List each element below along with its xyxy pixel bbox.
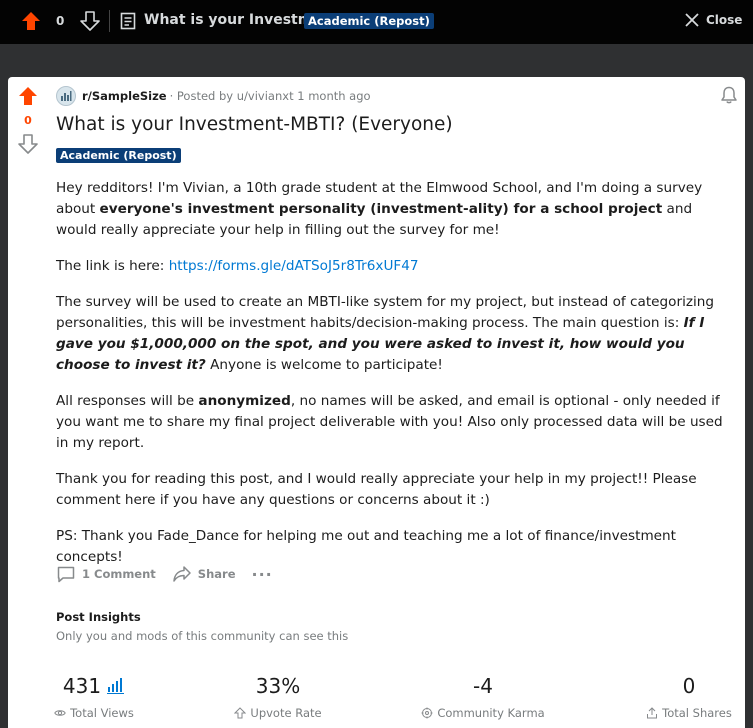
stat-label: Upvote Rate [250, 706, 322, 720]
comments-label: 1 Comment [82, 567, 156, 581]
body-paragraph: Thank you for reading this post, and I w… [56, 471, 697, 508]
insights-subtitle: Only you and mods of this community can … [56, 629, 349, 643]
close-label: Close [706, 13, 743, 27]
upvote-arrow-icon[interactable] [20, 10, 42, 32]
topbar-post-title[interactable]: What is your Investm... [144, 12, 328, 28]
post-top-bar: 0 What is your Investm... Academic (Repo… [0, 0, 753, 44]
posted-by[interactable]: · Posted by u/vivianxt 1 month ago [170, 89, 371, 103]
post-card: 0 r/SampleSize · Posted by u/vivianxt 1 … [8, 77, 745, 728]
stat-total-views: 431 Total Views [54, 672, 134, 720]
body-paragraph: All responses will be anonymized, no nam… [56, 393, 723, 451]
body-paragraph: PS: Thank you Fade_Dance for helping me … [56, 528, 676, 565]
insights-stats: 431 Total Views 33% Upvote Rate -4 Commu… [8, 672, 745, 728]
arrow-up-outline-icon [234, 707, 247, 719]
vote-column: 0 [16, 85, 40, 155]
bell-icon[interactable] [719, 85, 739, 105]
body-paragraph: The link is here: https://forms.gle/dATS… [56, 258, 419, 274]
stat-label: Total Shares [662, 706, 732, 720]
share-outline-icon [647, 707, 658, 719]
post-actions: 1 Comment Share ··· [56, 564, 289, 584]
stat-value: 33% [255, 674, 301, 698]
post-meta: r/SampleSize · Posted by u/vivianxt 1 mo… [56, 86, 371, 106]
stat-community-karma: -4 Community Karma [421, 672, 545, 720]
stat-label: Total Views [70, 706, 134, 720]
share-icon [173, 566, 191, 582]
body-paragraph: The survey will be used to create an MBT… [56, 294, 715, 373]
comment-icon [57, 566, 75, 583]
divider [109, 10, 110, 32]
bar-chart-icon[interactable] [107, 678, 125, 694]
karma-icon [421, 707, 433, 719]
close-icon [685, 13, 699, 27]
survey-link[interactable]: https://forms.gle/dATSoJ5r8Tr6xUF47 [169, 258, 419, 274]
share-label: Share [197, 567, 236, 581]
more-icon: ··· [251, 564, 273, 584]
post-body: Hey redditors! I'm Vivian, a 10th grade … [56, 178, 724, 583]
stat-value: 0 [682, 674, 696, 698]
eye-icon [54, 710, 66, 716]
stat-value: -4 [473, 674, 493, 698]
subreddit-link[interactable]: r/SampleSize [82, 89, 167, 103]
upvote-arrow-icon[interactable] [17, 85, 39, 107]
subreddit-icon[interactable] [56, 86, 76, 106]
insights-title: Post Insights [56, 610, 141, 624]
stat-upvote-rate: 33% Upvote Rate [234, 672, 322, 720]
topbar-flair-badge[interactable]: Academic (Repost) [304, 13, 434, 29]
body-paragraph: Hey redditors! I'm Vivian, a 10th grade … [56, 180, 703, 238]
share-button[interactable]: Share [172, 564, 236, 584]
stat-value: 431 [62, 674, 102, 698]
comments-button[interactable]: 1 Comment [56, 564, 156, 584]
post-flair-badge[interactable]: Academic (Repost) [56, 148, 181, 163]
document-icon [120, 12, 136, 30]
vote-score: 0 [24, 114, 32, 127]
post-title: What is your Investment-MBTI? (Everyone) [56, 114, 453, 135]
downvote-arrow-icon[interactable] [17, 133, 39, 155]
topbar-score: 0 [56, 14, 65, 28]
close-button[interactable]: Close [684, 12, 742, 28]
stat-label: Community Karma [437, 706, 545, 720]
downvote-arrow-icon[interactable] [79, 10, 101, 32]
stat-total-shares: 0 Total Shares [645, 672, 733, 720]
more-options-button[interactable]: ··· [252, 565, 273, 584]
